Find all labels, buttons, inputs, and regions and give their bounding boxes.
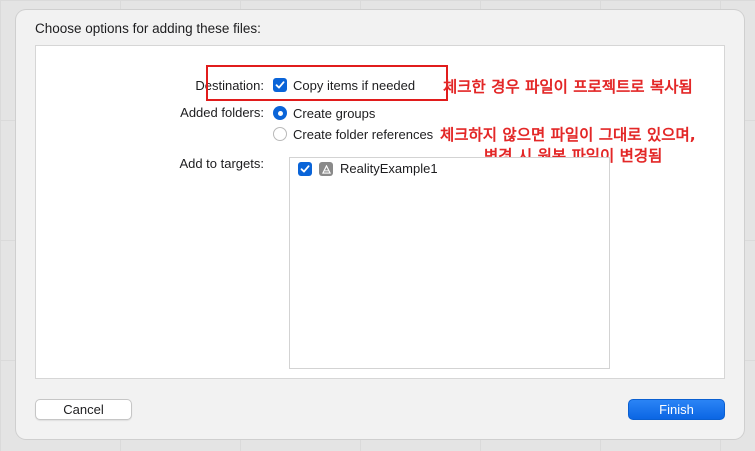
annotation-copied: 체크한 경우 파일이 프로젝트로 복사됨 [443,78,693,96]
create-folder-references-label[interactable]: Create folder references [293,127,433,142]
add-files-dialog: Choose options for adding these files: D… [16,10,744,439]
add-to-targets-label: Add to targets: [179,156,264,171]
create-groups-label[interactable]: Create groups [293,106,375,121]
added-folders-label: Added folders: [180,105,264,120]
create-groups-radio[interactable] [273,106,287,120]
annotation-not-copied-line1: 체크하지 않으면 파일이 그대로 있으며, [440,126,696,144]
create-folder-references-radio[interactable] [273,127,287,141]
radio-dot [277,110,283,116]
highlight-box [206,65,448,101]
dialog-title: Choose options for adding these files: [35,21,261,36]
app-target-icon [319,162,333,176]
target-item-label[interactable]: RealityExample1 [340,161,438,176]
checkmark-icon [300,165,310,173]
options-panel: Destination: Copy items if needed 체크한 경우… [35,45,725,379]
target-checkbox[interactable] [298,162,312,176]
finish-button[interactable]: Finish [628,399,725,420]
cancel-button[interactable]: Cancel [35,399,132,420]
targets-list[interactable]: RealityExample1 [289,157,610,369]
